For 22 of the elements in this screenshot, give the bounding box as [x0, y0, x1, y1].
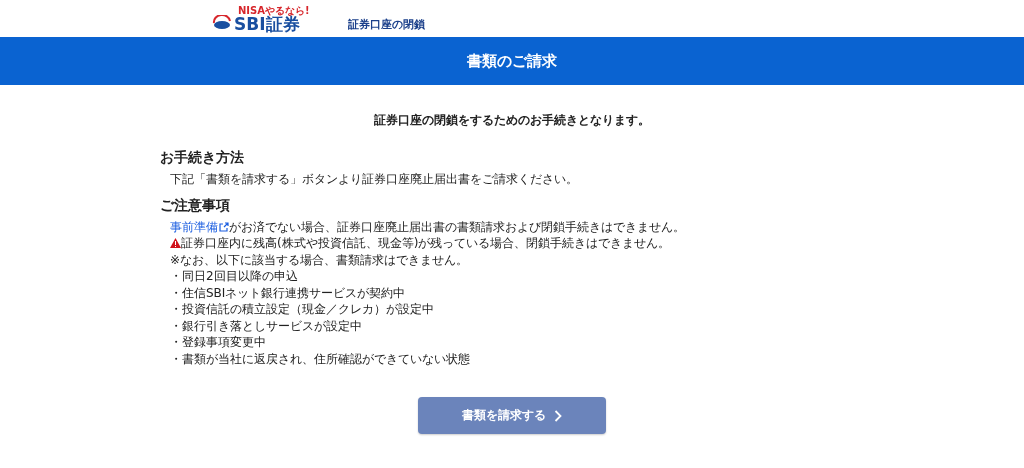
note-text: ・登録事項変更中 [170, 334, 266, 351]
note-text: ・住信SBIネット銀行連携サービスが契約中 [170, 284, 406, 301]
note-text: がお済でない場合、証券口座廃止届出書の書類請求および閉鎖手続きはできません。 [229, 218, 685, 235]
note-text: ・銀行引き落としサービスが設定中 [170, 317, 362, 334]
banner-title: 書類のご請求 [467, 51, 557, 71]
intro-text: 証券口座の閉鎖をするためのお手続きとなります。 [373, 112, 651, 129]
note-text: ※なお、以下に該当する場合、書類請求はできません。 [170, 251, 469, 268]
external-link-icon [219, 221, 229, 232]
section-heading: ご注意事項 [160, 196, 231, 215]
note-text: 証券口座内に残高(株式や投資信託、現金等)が残っている場合、閉鎖手続きはできません。 [181, 235, 671, 252]
note-text: 下記「書類を請求する」ボタンより証券口座廃止届出書をご請求ください。 [170, 171, 578, 188]
warning-icon [170, 238, 181, 249]
note-text: ・同日2回目以降の申込 [170, 268, 298, 285]
note-text: ・書類が当社に返戻され、住所確認ができていない状態 [170, 350, 470, 367]
note-text: ・投資信託の積立設定（現金／クレカ）が設定中 [170, 301, 434, 318]
prep-link[interactable]: 事前準備 [170, 218, 229, 235]
chevron-right-icon [554, 409, 562, 422]
group-logo-icon [212, 15, 232, 31]
page-title: 証券口座の閉鎖 [347, 17, 425, 33]
logo-name: SBI証券 [234, 16, 300, 33]
logo-tagline: NISAやるなら! [237, 6, 310, 16]
section-heading: お手続き方法 [160, 149, 245, 167]
